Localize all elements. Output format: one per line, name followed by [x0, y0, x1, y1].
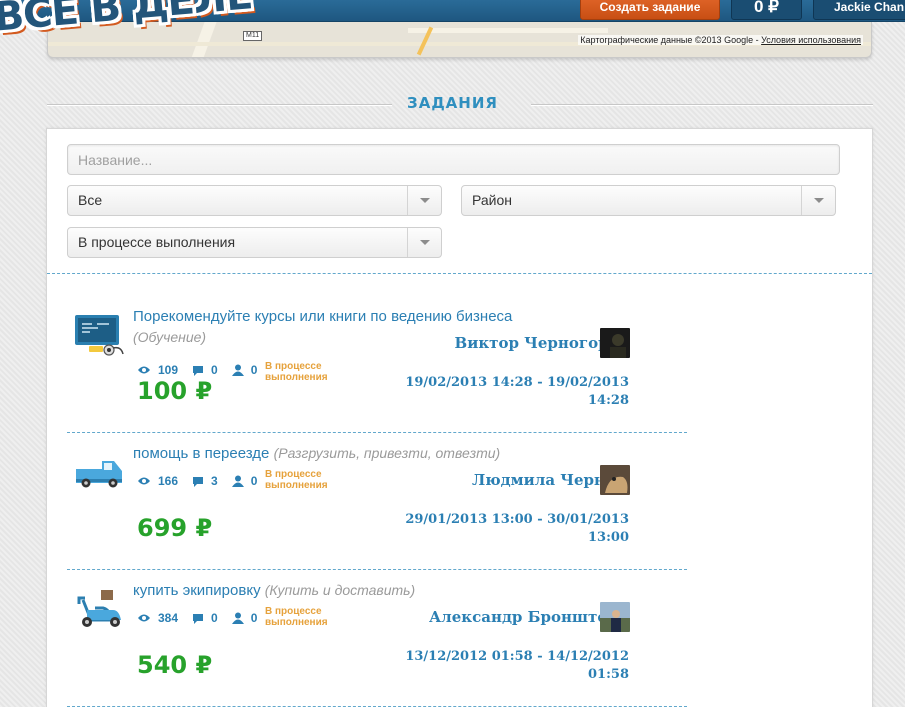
- title-divider-left: [47, 104, 392, 106]
- views-count: 384: [158, 611, 179, 625]
- task-dates: 19/02/2013 14:28 - 19/02/2013 14:28: [405, 375, 629, 408]
- eye-icon: [138, 366, 150, 374]
- views-stat: 384: [137, 611, 178, 625]
- task-price: 540 ₽: [137, 651, 213, 679]
- district-select-value: Район: [472, 192, 512, 208]
- responses-count: 0: [250, 474, 258, 488]
- chevron-down-icon: [801, 186, 835, 215]
- eye-icon: [138, 477, 150, 485]
- comments-stat: 0: [192, 611, 218, 625]
- task-category: (Купить и доставить): [264, 582, 416, 598]
- task-stats: 384 0 0: [137, 611, 271, 625]
- user-icon: [231, 612, 244, 624]
- views-stat: 166: [137, 474, 178, 488]
- views-count: 166: [158, 474, 179, 488]
- task-dates: 13/12/2012 01:58 - 14/12/2012 01:58: [405, 649, 629, 682]
- chevron-down-icon: [407, 186, 441, 215]
- task-price: 100 ₽: [137, 377, 213, 405]
- comments-count: 3: [211, 474, 218, 488]
- section-title: ЗАДАНИЯ: [0, 94, 905, 116]
- task-category: (Обучение): [133, 329, 207, 345]
- highway-label: M11: [243, 31, 263, 41]
- tasks-panel: Все Район В процессе выполнения Порекоме…: [46, 128, 873, 707]
- task-title-link[interactable]: Порекомендуйте курсы или книги по ведени…: [133, 308, 512, 325]
- user-menu-button[interactable]: Jackie Chan: [813, 0, 905, 20]
- task-title-link[interactable]: купить экипировку: [133, 582, 261, 599]
- views-count: 109: [158, 363, 179, 377]
- user-icon: [231, 364, 244, 376]
- filters-divider: [47, 273, 872, 274]
- task-status: В процессе выполнения: [265, 361, 328, 383]
- task-status: В процессе выполнения: [265, 606, 328, 628]
- eye-icon: [138, 614, 150, 622]
- task-title: купить экипировку (Купить и доставить): [133, 582, 693, 599]
- responses-stat: 0: [231, 474, 258, 488]
- task-item: купить экипировку (Купить и доставить) 3…: [67, 570, 687, 707]
- responses-stat: 0: [231, 611, 258, 625]
- task-stats: 166 3 0: [137, 474, 271, 488]
- district-select[interactable]: Район: [461, 185, 836, 216]
- balance-button[interactable]: 0 ₽: [731, 0, 802, 20]
- comment-icon: [193, 365, 204, 376]
- blackboard-icon: [75, 315, 124, 356]
- task-title-link[interactable]: помощь в переезде: [133, 445, 269, 462]
- task-dates: 29/01/2013 13:00 - 30/01/2013 13:00: [405, 512, 629, 545]
- comments-stat: 3: [192, 474, 218, 488]
- title-divider-right: [531, 104, 873, 106]
- comments-count: 0: [211, 611, 218, 625]
- map-terms-link[interactable]: Условия использования: [761, 35, 861, 45]
- responses-count: 0: [250, 611, 258, 625]
- task-item: Порекомендуйте курсы или книги по ведени…: [67, 296, 687, 433]
- van-icon: [76, 461, 122, 488]
- avatar[interactable]: [600, 328, 630, 358]
- category-select-value: Все: [78, 192, 103, 208]
- responses-count: 0: [250, 363, 258, 377]
- task-title: помощь в переезде (Разгрузить, привезти,…: [133, 445, 693, 462]
- comments-count: 0: [211, 363, 218, 377]
- status-select-value: В процессе выполнения: [78, 234, 236, 250]
- map-attribution: Картографические данные ©2013 Google - У…: [578, 35, 863, 45]
- map-attribution-text: Картографические данные ©2013 Google -: [580, 35, 762, 45]
- chevron-down-icon: [407, 228, 441, 257]
- task-author[interactable]: Людмила Черных: [379, 471, 629, 489]
- avatar[interactable]: [600, 465, 630, 495]
- task-author[interactable]: Виктор Черногоров: [379, 334, 629, 352]
- status-select[interactable]: В процессе выполнения: [67, 227, 442, 258]
- task-name-search-input[interactable]: [67, 144, 840, 175]
- comment-icon: [193, 613, 204, 624]
- responses-stat: 0: [231, 363, 258, 377]
- section-title-text: ЗАДАНИЯ: [407, 94, 498, 112]
- comments-stat: 0: [192, 363, 218, 377]
- task-status: В процессе выполнения: [265, 469, 328, 491]
- map-road: [408, 28, 608, 33]
- user-icon: [231, 475, 244, 487]
- task-price: 699 ₽: [137, 514, 213, 542]
- scooter-icon: [77, 590, 121, 627]
- views-stat: 109: [137, 363, 178, 377]
- task-stats: 109 0 0: [137, 363, 271, 377]
- task-author[interactable]: Александр Бронштейн: [379, 608, 629, 626]
- category-select[interactable]: Все: [67, 185, 442, 216]
- comment-icon: [193, 476, 204, 487]
- task-title: Порекомендуйте курсы или книги по ведени…: [133, 308, 693, 325]
- task-item: помощь в переезде (Разгрузить, привезти,…: [67, 433, 687, 570]
- create-task-button[interactable]: Создать задание: [580, 0, 720, 20]
- avatar[interactable]: [600, 602, 630, 632]
- task-category: (Разгрузить, привезти, отвезти): [273, 445, 501, 461]
